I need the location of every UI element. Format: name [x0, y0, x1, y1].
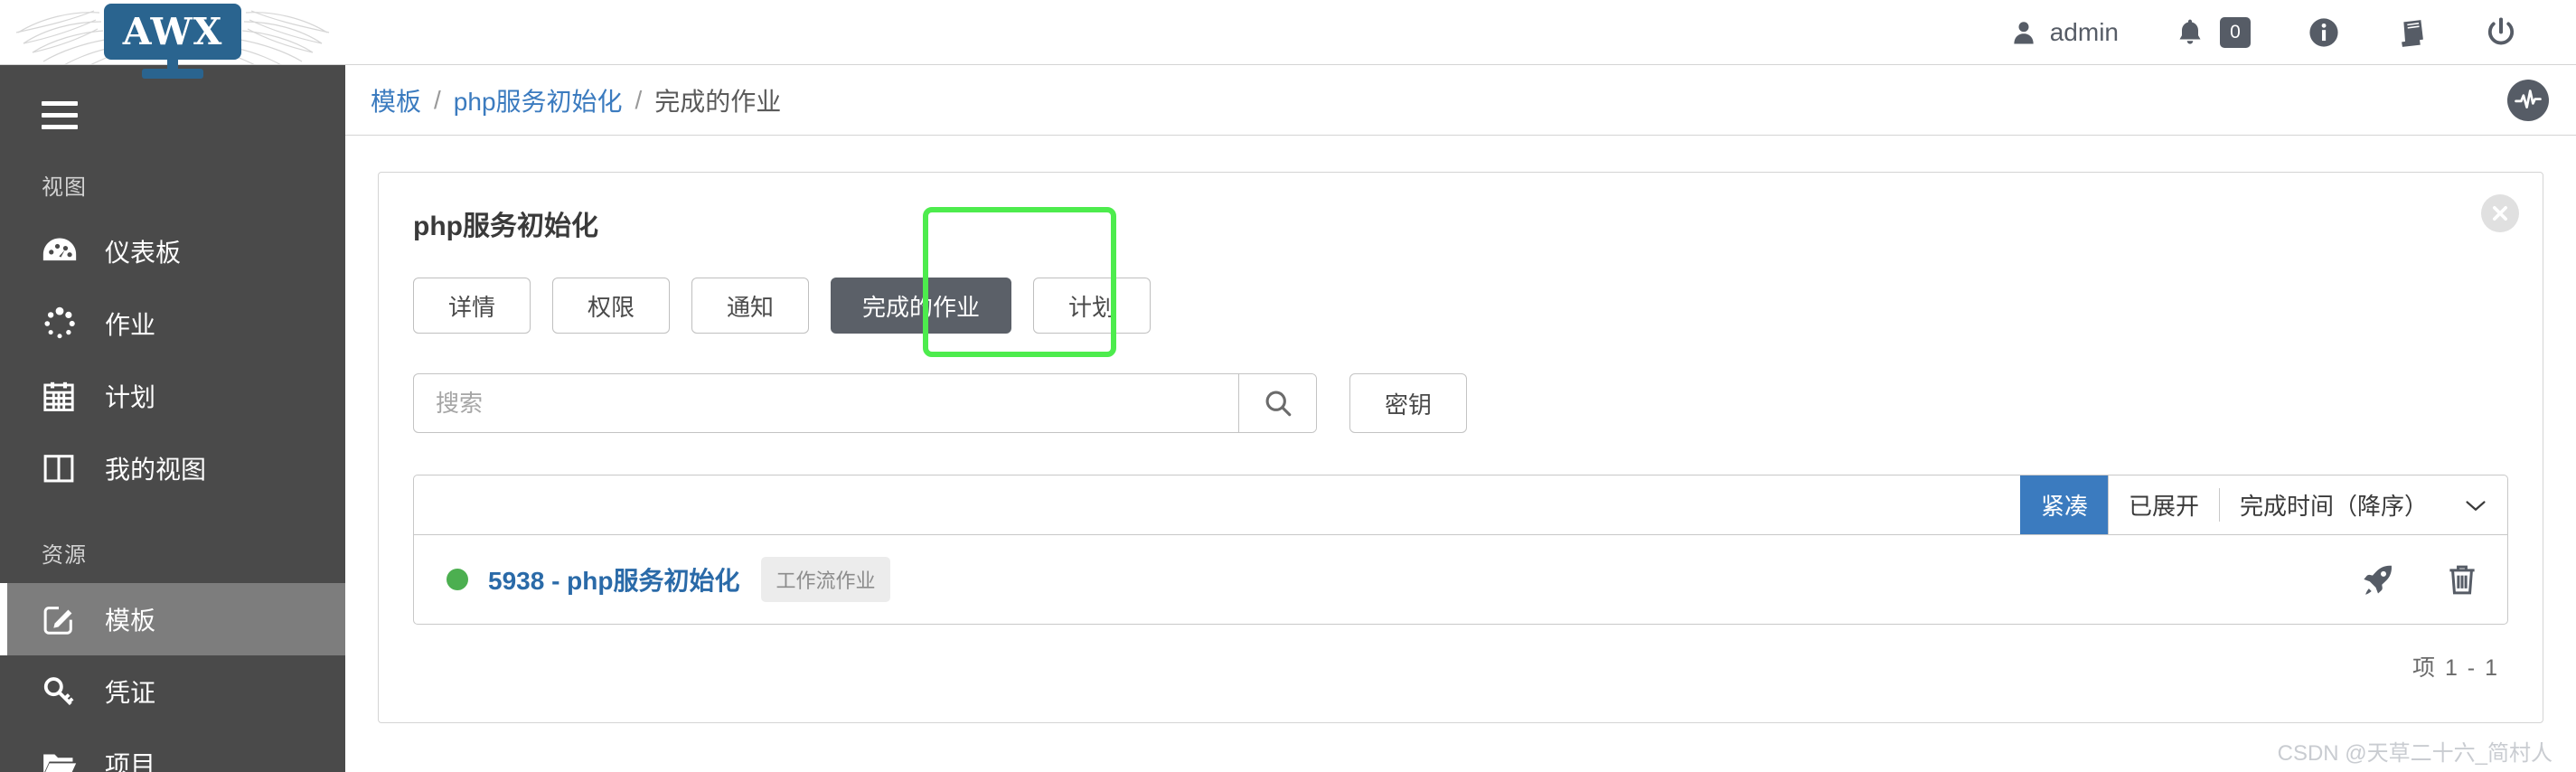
info-circle-icon — [2309, 18, 2338, 47]
tab-schedules[interactable]: 计划 — [1033, 278, 1152, 334]
breadcrumb-separator: / — [635, 85, 643, 114]
view-expanded-button[interactable]: 已展开 — [2107, 475, 2219, 534]
jobs-list-panel: 紧凑 已展开 完成时间（降序） 5938 - php服务初始化 工作流作业 — [413, 475, 2508, 625]
sidebar-item-my-view[interactable]: 我的视图 — [0, 432, 345, 504]
main-content: 模板 / php服务初始化 / 完成的作业 php服务初始化 详情 权限 通知 … — [345, 65, 2576, 772]
view-mode-toggle: 紧凑 已展开 — [2019, 475, 2219, 534]
row-actions — [2361, 562, 2478, 597]
sidebar-section-resources-title: 资源 — [42, 543, 87, 568]
sidebar: 视图 仪表板 作业 计划 我的视图 资源 模板 凭证 项目 — [0, 65, 345, 772]
job-type-badge: 工作流作业 — [761, 557, 890, 602]
notification-badge: 0 — [2220, 17, 2251, 48]
breadcrumb-item-current: 完成的作业 — [654, 87, 782, 116]
content-area: php服务初始化 详情 权限 通知 完成的作业 计划 搜索 密钥 紧凑 已展开 … — [345, 136, 2576, 723]
tab-bar: 详情 权限 通知 完成的作业 计划 — [413, 207, 2508, 357]
sidebar-item-projects[interactable]: 项目 — [0, 728, 345, 772]
sidebar-item-templates[interactable]: 模板 — [0, 583, 345, 655]
dashboard-icon — [42, 236, 81, 267]
logout-button[interactable] — [2457, 0, 2545, 65]
sidebar-section-views-title: 视图 — [42, 175, 87, 200]
page-title: php服务初始化 — [413, 212, 598, 241]
breadcrumb-item-template-name[interactable]: php服务初始化 — [454, 82, 623, 118]
notifications-button[interactable]: 0 — [2148, 0, 2280, 65]
hamburger-bar — [42, 101, 78, 106]
sidebar-item-label: 我的视图 — [105, 456, 207, 484]
template-detail-card: php服务初始化 详情 权限 通知 完成的作业 计划 搜索 密钥 紧凑 已展开 … — [378, 172, 2543, 723]
key-icon — [42, 674, 81, 709]
table-row[interactable]: 5938 - php服务初始化 工作流作业 — [414, 535, 2507, 624]
search-field-group — [413, 373, 1317, 433]
power-icon — [2487, 17, 2515, 45]
sidebar-item-label: 模板 — [105, 607, 156, 635]
jobs-spinner-icon — [42, 306, 81, 342]
tab-notifications[interactable]: 通知 — [691, 278, 809, 334]
chevron-down-icon — [2466, 500, 2486, 511]
sidebar-item-schedules[interactable]: 计划 — [0, 360, 345, 432]
tab-permissions[interactable]: 权限 — [552, 278, 670, 334]
docs-button[interactable] — [2368, 0, 2457, 65]
info-button[interactable] — [2280, 0, 2368, 65]
tab-completed-jobs[interactable]: 完成的作业 — [831, 278, 1012, 334]
status-badge — [447, 569, 468, 590]
book-icon — [2402, 20, 2423, 47]
close-circle-icon — [2493, 206, 2507, 221]
sidebar-item-jobs[interactable]: 作业 — [0, 287, 345, 360]
jobs-list: 5938 - php服务初始化 工作流作业 — [414, 535, 2507, 624]
user-menu[interactable]: admin — [1981, 0, 2148, 65]
bell-icon — [2179, 19, 2201, 44]
sidebar-item-label: 仪表板 — [105, 239, 182, 267]
search-icon — [1265, 391, 1291, 417]
hamburger-bar — [42, 113, 78, 118]
header-actions: admin 0 — [1981, 0, 2545, 65]
panels-icon — [42, 451, 81, 485]
trash-icon — [2449, 565, 2475, 595]
breadcrumb-bar: 模板 / php服务初始化 / 完成的作业 — [345, 65, 2576, 136]
brand-text: AWX — [122, 9, 223, 53]
sort-dropdown-label: 完成时间（降序） — [2239, 493, 2428, 520]
pagination: 项 1 - 1 — [413, 625, 2508, 683]
search-submit-button[interactable] — [1238, 374, 1316, 432]
breadcrumb-item-templates[interactable]: 模板 — [371, 82, 421, 118]
hamburger-bar — [42, 125, 78, 129]
relaunch-button[interactable] — [2361, 562, 2395, 597]
delete-button[interactable] — [2446, 562, 2478, 597]
sidebar-item-dashboard[interactable]: 仪表板 — [0, 215, 345, 287]
rocket-icon — [2364, 565, 2392, 595]
watermark-text: CSDN @天草二十六_简村人 — [2277, 741, 2552, 766]
key-button[interactable]: 密钥 — [1349, 373, 1468, 433]
list-toolbar: 紧凑 已展开 完成时间（降序） — [414, 475, 2507, 535]
activity-stream-icon — [2515, 89, 2542, 108]
sidebar-item-credentials[interactable]: 凭证 — [0, 655, 345, 728]
calendar-icon — [42, 379, 81, 413]
top-header: AWX admin 0 — [0, 0, 2576, 79]
template-pencil-icon — [42, 602, 81, 636]
search-row: 密钥 — [413, 373, 2508, 433]
logo-plate: AWX — [104, 4, 241, 60]
breadcrumb: 模板 / php服务初始化 / 完成的作业 — [371, 82, 781, 118]
pagination-text: 项 1 - 1 — [2412, 655, 2499, 681]
folder-open-icon — [42, 748, 81, 772]
sidebar-item-label: 计划 — [105, 383, 156, 411]
view-compact-button[interactable]: 紧凑 — [2019, 475, 2108, 534]
tab-details[interactable]: 详情 — [413, 278, 531, 334]
user-icon — [2014, 22, 2034, 44]
sidebar-item-label: 项目 — [105, 751, 156, 772]
sidebar-item-label: 凭证 — [105, 679, 156, 707]
breadcrumb-separator: / — [434, 85, 441, 114]
logo-base — [142, 69, 203, 79]
activity-stream-button[interactable] — [2507, 79, 2549, 121]
user-name-label: admin — [2049, 18, 2119, 46]
sidebar-item-label: 作业 — [105, 311, 156, 339]
app-root: AWX admin 0 视图 仪表板 作业 计划 我的视图 资源 模板 凭证 项… — [0, 0, 2576, 772]
search-input[interactable] — [414, 374, 1238, 432]
job-name-link[interactable]: 5938 - php服务初始化 — [488, 561, 739, 598]
awx-brand-logo[interactable]: AWX — [0, 0, 345, 79]
sort-dropdown[interactable]: 完成时间（降序） — [2218, 488, 2507, 522]
card-close-button[interactable] — [2481, 194, 2519, 232]
